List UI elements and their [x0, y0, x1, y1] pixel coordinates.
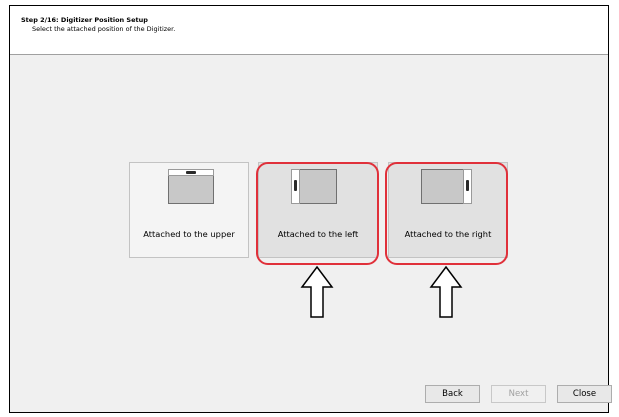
close-button[interactable]: Close: [557, 385, 612, 403]
option-label: Attached to the upper: [143, 229, 235, 239]
digitizer-indicator-icon: [186, 171, 196, 174]
step-subtitle: Select the attached position of the Digi…: [32, 25, 176, 33]
option-label: Attached to the left: [277, 229, 359, 239]
step-title: Step 2/16: Digitizer Position Setup: [21, 16, 148, 24]
monitor-screen-icon: [421, 169, 467, 204]
option-attached-left[interactable]: Attached to the left: [258, 162, 378, 258]
option-attached-right[interactable]: Attached to the right: [388, 162, 508, 258]
up-arrow-icon: [429, 265, 463, 318]
up-arrow-icon: [300, 265, 334, 318]
option-attached-upper[interactable]: Attached to the upper: [129, 162, 249, 258]
dialog-header: Step 2/16: Digitizer Position Setup Sele…: [10, 6, 608, 55]
digitizer-indicator-icon: [466, 180, 469, 191]
option-label: Attached to the right: [404, 229, 492, 239]
next-button[interactable]: Next: [491, 385, 546, 403]
digitizer-indicator-icon: [294, 180, 297, 191]
back-button[interactable]: Back: [425, 385, 480, 403]
